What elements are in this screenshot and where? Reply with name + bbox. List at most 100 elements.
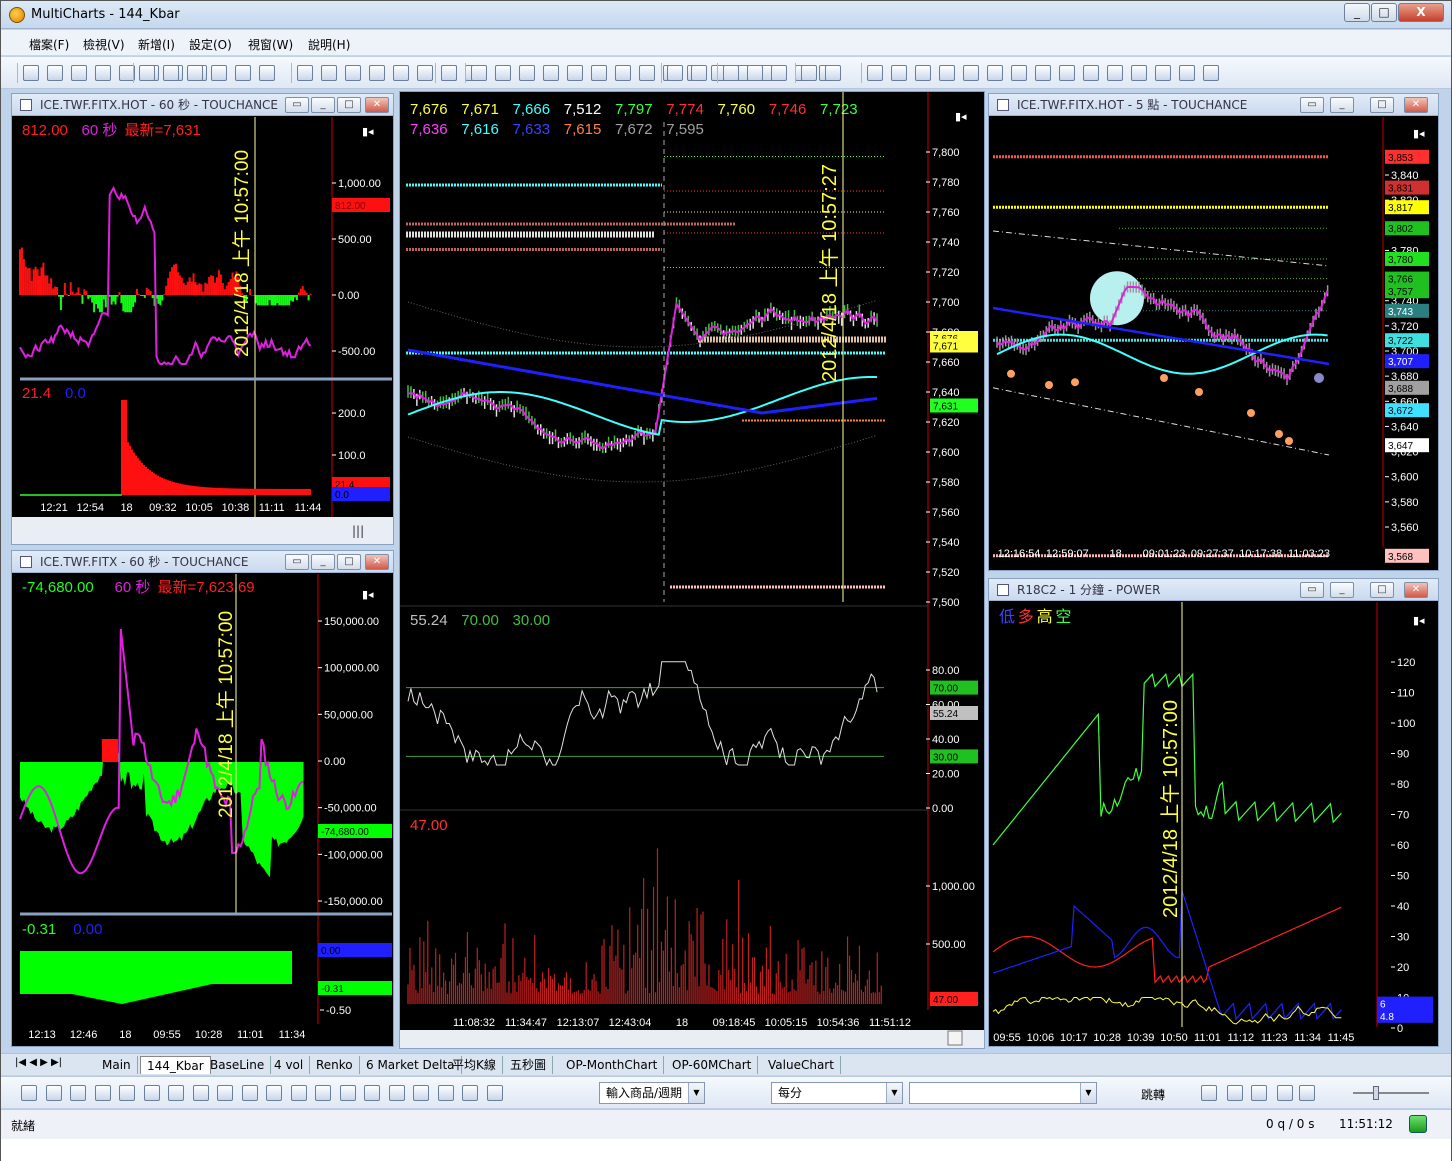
toolbar-button[interactable] xyxy=(615,65,631,81)
toolbar-button[interactable] xyxy=(23,65,39,81)
window-format-button[interactable]: ▭ xyxy=(285,97,309,113)
toolbar-button[interactable] xyxy=(867,65,883,81)
tab-0[interactable]: Main xyxy=(96,1056,138,1074)
toolbar-button[interactable] xyxy=(915,65,931,81)
window-format-button[interactable]: ▭ xyxy=(285,554,309,570)
chart-canvas[interactable]: 812.00 60 秒最新=7,631 ▮◂ 2012/4/18 上午 10:57:0… xyxy=(12,117,393,544)
window-minimize-button[interactable]: _ xyxy=(311,97,335,113)
drawing-tool-button[interactable] xyxy=(413,1085,429,1101)
toolbar-button[interactable] xyxy=(825,65,841,81)
drawing-tool-button[interactable] xyxy=(315,1085,331,1101)
toolbar-button[interactable] xyxy=(235,65,251,81)
toolbar-button[interactable] xyxy=(723,65,739,81)
drawing-tool-button[interactable] xyxy=(290,1085,307,1101)
drawing-tool-button[interactable] xyxy=(70,1085,86,1101)
chart-window-r18c2-power[interactable]: R18C2 - 1 分鐘 - POWER ▭ _ □ ✕ 低多高空 ▮◂ 120 11… xyxy=(988,578,1439,1047)
tab-nav-arrows[interactable]: |◀ ◀ ▶ ▶| xyxy=(15,1057,62,1068)
toolbar-button[interactable] xyxy=(939,65,955,81)
toolbar-button[interactable] xyxy=(211,65,227,81)
toolbar-button[interactable] xyxy=(471,65,487,81)
drawing-tool-button[interactable] xyxy=(94,1085,111,1101)
menu-file[interactable]: 檔案(F) xyxy=(29,36,69,53)
window-minimize-button[interactable]: _ xyxy=(1330,582,1354,598)
toolbar-button[interactable] xyxy=(139,65,155,81)
toolbar-button[interactable] xyxy=(1179,65,1195,81)
chart-window-fitx-hot-60s[interactable]: ICE.TWF.FITX.HOT - 60 秒 - TOUCHANCE ▭ _ … xyxy=(11,93,394,545)
minimize-button[interactable]: _ xyxy=(1344,3,1370,22)
search-combo[interactable]: ▼ xyxy=(909,1082,1097,1104)
navigation-button[interactable] xyxy=(1299,1085,1315,1101)
drawing-tool-button[interactable] xyxy=(217,1085,233,1101)
toolbar-button[interactable] xyxy=(1011,65,1027,81)
window-minimize-button[interactable]: _ xyxy=(311,554,335,570)
toolbar-button[interactable] xyxy=(345,65,361,81)
toolbar-button[interactable] xyxy=(369,65,385,81)
navigation-button[interactable] xyxy=(1201,1085,1217,1101)
jump-button[interactable]: 跳轉 xyxy=(1141,1086,1165,1103)
zoom-slider-thumb[interactable] xyxy=(1373,1086,1379,1100)
toolbar-button[interactable] xyxy=(691,65,707,81)
tab-7[interactable]: 五秒圖 xyxy=(504,1056,554,1074)
toolbar-button[interactable] xyxy=(47,65,63,81)
toolbar-button[interactable] xyxy=(417,65,433,81)
close-button[interactable]: X xyxy=(1398,3,1444,22)
drawing-tool-button[interactable] xyxy=(339,1085,356,1101)
toolbar-button[interactable] xyxy=(801,65,817,81)
chart-canvas[interactable]: -74,680.00 60 秒最新=7,623.69 ▮◂ 2012/4/18 上午 … xyxy=(12,574,393,1046)
window-maximize-button[interactable]: □ xyxy=(1370,582,1394,598)
toolbar-button[interactable] xyxy=(187,65,203,81)
window-minimize-button[interactable]: _ xyxy=(1330,97,1354,113)
toolbar-button[interactable] xyxy=(543,65,559,81)
menu-insert[interactable]: 新增(I) xyxy=(138,36,175,53)
toolbar-button[interactable] xyxy=(747,65,763,81)
menu-help[interactable]: 說明(H) xyxy=(308,36,350,53)
window-format-button[interactable]: ▭ xyxy=(1300,97,1324,113)
drawing-tool-button[interactable] xyxy=(364,1085,380,1101)
drawing-tool-button[interactable] xyxy=(437,1085,454,1101)
drawing-tool-button[interactable] xyxy=(192,1085,209,1101)
window-maximize-button[interactable]: □ xyxy=(337,97,361,113)
toolbar-button[interactable] xyxy=(95,65,111,81)
period-combo[interactable]: 每分 ▼ xyxy=(771,1082,903,1104)
chart-canvas[interactable]: 低多高空▮◂12011010090807060504030201002012/4… xyxy=(989,602,1438,1046)
drawing-tool-button[interactable] xyxy=(21,1085,37,1101)
chart-canvas[interactable]: 7,676 7,671 7,666 7,512 7,797 7,774 7,760 7,746… xyxy=(400,92,984,1048)
toolbar-button[interactable] xyxy=(1107,65,1123,81)
toolbar-button[interactable] xyxy=(1035,65,1051,81)
chart-window-main-kbar[interactable]: 7,676 7,671 7,666 7,512 7,797 7,774 7,760 7,746… xyxy=(399,91,985,1049)
tab-4[interactable]: Renko xyxy=(310,1056,360,1074)
chart-canvas[interactable]: ▮◂3,8403,8203,8003,7803,7603,7403,7203,7… xyxy=(989,117,1438,570)
tab-8[interactable]: OP-MonthChart xyxy=(560,1056,665,1074)
toolbar-button[interactable] xyxy=(1203,65,1219,81)
tab-1[interactable]: 144_Kbar xyxy=(140,1056,211,1074)
toolbar-button[interactable] xyxy=(963,65,979,81)
drawing-tool-button[interactable] xyxy=(168,1085,184,1101)
drawing-tool-button[interactable] xyxy=(266,1085,282,1101)
menu-window[interactable]: 視窗(W) xyxy=(248,36,293,53)
toolbar-button[interactable] xyxy=(519,65,535,81)
maximize-button[interactable]: □ xyxy=(1371,3,1397,22)
menu-settings[interactable]: 設定(O) xyxy=(189,36,232,53)
toolbar-button[interactable] xyxy=(71,65,87,81)
navigation-button[interactable] xyxy=(1227,1085,1243,1101)
window-maximize-button[interactable]: □ xyxy=(337,554,361,570)
drawing-tool-button[interactable] xyxy=(45,1085,62,1101)
drawing-tool-button[interactable] xyxy=(486,1085,503,1101)
toolbar-button[interactable] xyxy=(667,65,683,81)
toolbar-button[interactable] xyxy=(591,65,607,81)
toolbar-button[interactable] xyxy=(495,65,511,81)
window-format-button[interactable]: ▭ xyxy=(1300,582,1324,598)
chart-window-fitx-hot-5pt[interactable]: ICE.TWF.FITX.HOT - 5 點 - TOUCHANCE ▭ _ □… xyxy=(988,93,1439,571)
toolbar-button[interactable] xyxy=(567,65,583,81)
menu-view[interactable]: 檢視(V) xyxy=(83,36,125,53)
toolbar-button[interactable] xyxy=(1155,65,1171,81)
window-close-button[interactable]: ✕ xyxy=(365,97,389,113)
toolbar-button[interactable] xyxy=(321,65,337,81)
drawing-tool-button[interactable] xyxy=(388,1085,405,1101)
toolbar-button[interactable] xyxy=(393,65,409,81)
zoom-slider[interactable] xyxy=(1353,1092,1429,1094)
window-maximize-button[interactable]: □ xyxy=(1370,97,1394,113)
drawing-tool-button[interactable] xyxy=(241,1085,258,1101)
drawing-tool-button[interactable] xyxy=(143,1085,160,1101)
toolbar-button[interactable] xyxy=(441,65,457,81)
